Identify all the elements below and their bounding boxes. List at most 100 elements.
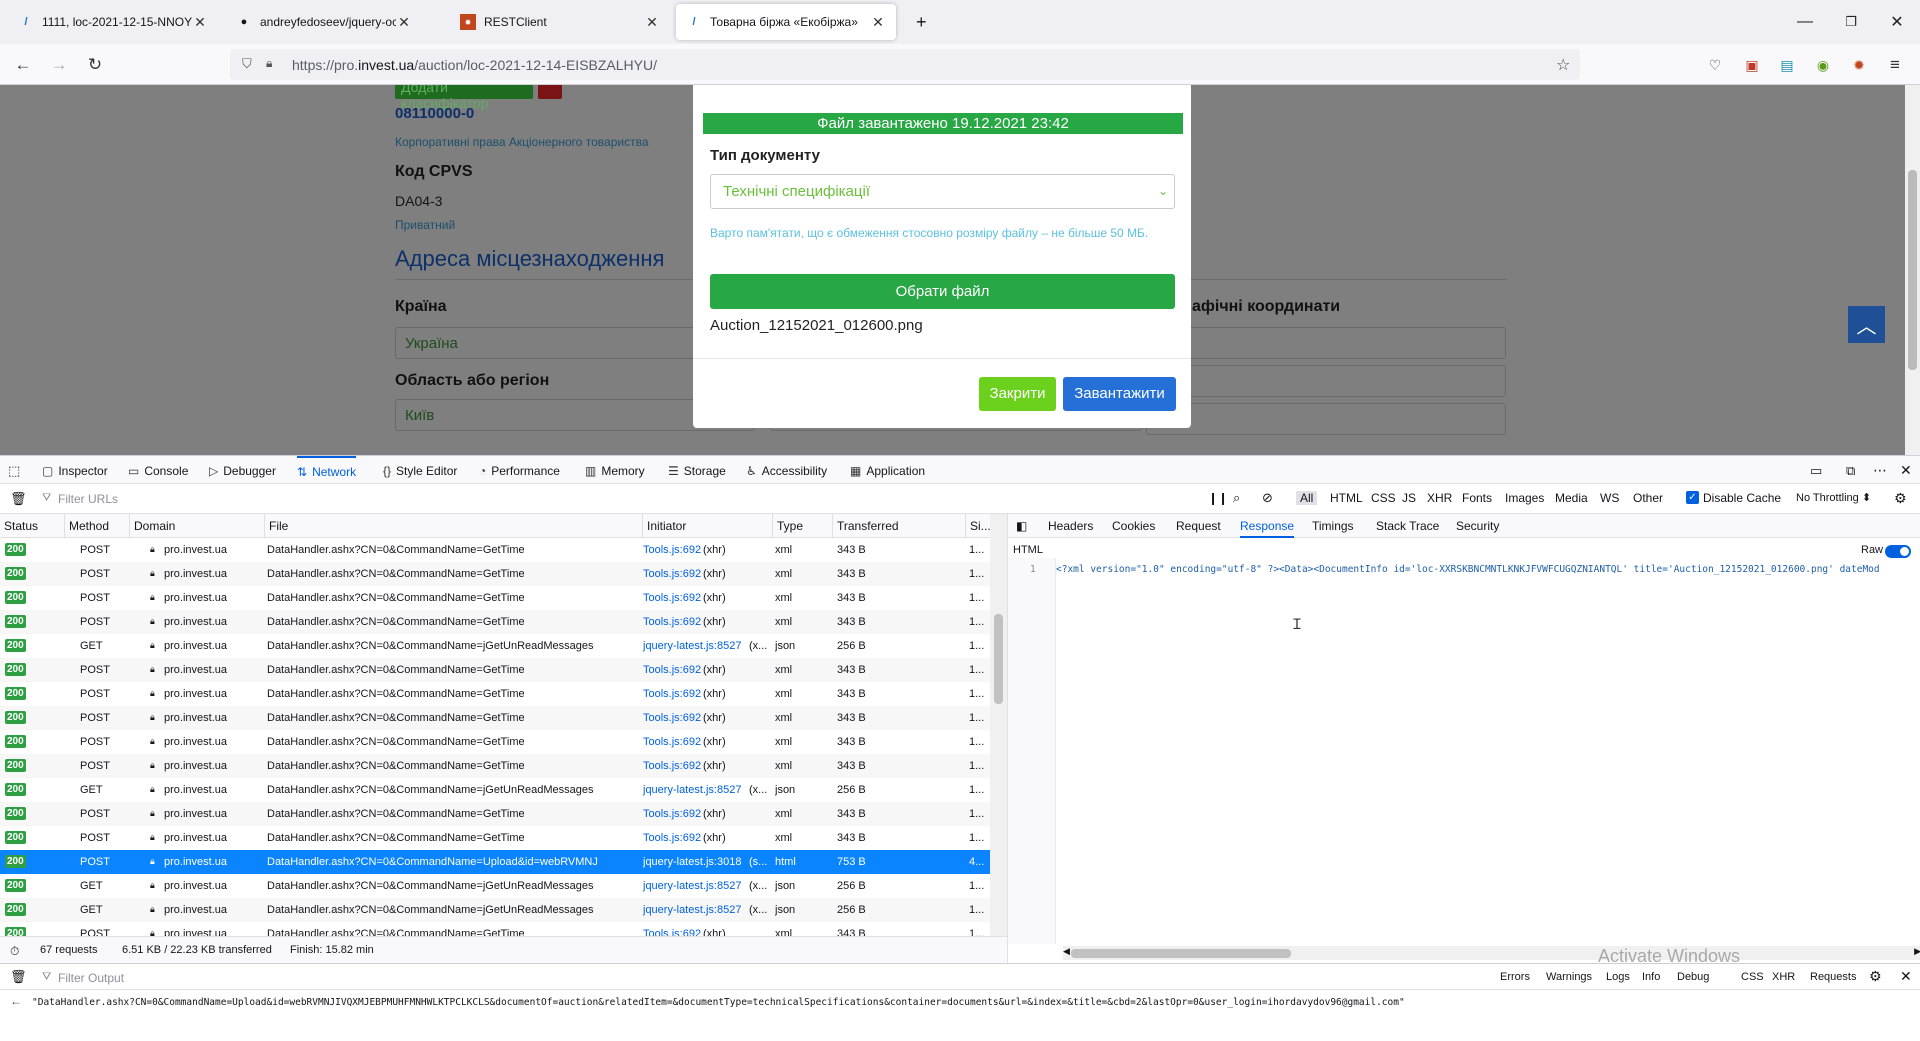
block-icon[interactable]: ⊘ — [1262, 490, 1273, 506]
table-row[interactable]: 200 POST pro.invest.ua 🔒︎ DataHandler.ashx?C… — [0, 730, 990, 754]
scroll-right-icon[interactable]: ▶ — [1914, 946, 1920, 957]
scroll-left-icon[interactable]: ◀ — [1063, 946, 1070, 957]
tab-request[interactable]: Request — [1176, 514, 1221, 538]
window-close-icon[interactable]: ✕ — [1874, 0, 1920, 44]
filter-xhr[interactable]: XHR — [1427, 491, 1452, 505]
pause-icon[interactable]: ❙❙ — [1208, 491, 1228, 505]
tab-accessibility[interactable]: ♿︎ Accessibility — [746, 456, 827, 485]
gear-icon[interactable]: ⚙ — [1869, 968, 1882, 985]
remove-icon[interactable]: ✕ — [538, 85, 562, 99]
table-row[interactable]: 200 POST pro.invest.ua 🔒︎ DataHandler.ashx?C… — [0, 610, 990, 634]
close-tab-icon[interactable]: ✕ — [644, 14, 660, 31]
dock-icon[interactable]: ▭ — [1810, 463, 1822, 479]
table-row[interactable]: 200 GET pro.invest.ua 🔒︎ DataHandler.ashx?CN… — [0, 634, 990, 658]
tab-network[interactable]: ⇅ Network — [297, 456, 357, 485]
scrollbar-thumb[interactable] — [994, 614, 1003, 704]
table-row[interactable]: 200 GET pro.invest.ua 🔒︎ DataHandler.ashx?CN… — [0, 898, 990, 922]
table-row[interactable]: 200 POST pro.invest.ua 🔒︎ DataHandler.ashx?C… — [0, 586, 990, 610]
close-tab-icon[interactable]: ✕ — [396, 14, 412, 31]
table-row[interactable]: 200 POST pro.invest.ua 🔒︎ DataHandler.ashx?C… — [0, 706, 990, 730]
filter-css[interactable]: CSS — [1371, 491, 1396, 505]
tab-style-editor[interactable]: {} Style Editor — [383, 456, 457, 485]
filter-xhr[interactable]: XHR — [1772, 971, 1795, 983]
close-tab-icon[interactable]: ✕ — [870, 14, 886, 31]
filter-warnings[interactable]: Warnings — [1546, 971, 1592, 983]
tab-debugger[interactable]: ▷ Debugger — [209, 456, 276, 485]
column-domain[interactable]: Domain — [130, 514, 265, 538]
close-devtools-icon[interactable]: ✕ — [1900, 462, 1912, 479]
column-type[interactable]: Type — [773, 514, 833, 538]
filter-output-input[interactable]: Filter Output — [58, 971, 124, 985]
table-row[interactable]: 200 POST pro.invest.ua 🔒︎ DataHandler.ashx?C… — [0, 850, 990, 874]
forward-icon[interactable]: → — [44, 50, 74, 80]
trash-icon[interactable]: 🗑︎ — [10, 969, 27, 985]
longitude-field[interactable]: рота — [1146, 365, 1506, 397]
column-file[interactable]: File — [265, 514, 643, 538]
extension-icon[interactable]: ◉ — [1808, 50, 1838, 80]
tab-console[interactable]: ▭ Console — [128, 456, 188, 485]
filter-ws[interactable]: WS — [1600, 491, 1619, 505]
filter-all[interactable]: All — [1296, 491, 1318, 505]
filter-css[interactable]: CSS — [1741, 971, 1764, 983]
browser-tab-2[interactable]: ● andreyfedoseev/jquery-ocuplo ✕ — [226, 4, 422, 40]
doc-type-select[interactable]: Технічні специфікації ⌄ — [710, 174, 1175, 209]
lock-icon[interactable]: 🔒︎ — [266, 56, 272, 71]
filter-info[interactable]: Info — [1642, 971, 1660, 983]
filter-debug[interactable]: Debug — [1677, 971, 1709, 983]
throttling-select[interactable]: No Throttling ⬍ — [1796, 491, 1871, 504]
filter-media[interactable]: Media — [1555, 491, 1588, 505]
close-button[interactable]: Закрити — [979, 377, 1056, 411]
table-row[interactable]: 200 POST pro.invest.ua 🔒︎ DataHandler.ashx?C… — [0, 562, 990, 586]
shield-icon[interactable]: ⛉ — [242, 56, 252, 72]
restclient-icon[interactable]: ✹ — [1844, 50, 1874, 80]
table-row[interactable]: 200 POST pro.invest.ua 🔒︎ DataHandler.ashx?C… — [0, 826, 990, 850]
table-row[interactable]: 200 POST pro.invest.ua 🔒︎ DataHandler.ashx?C… — [0, 802, 990, 826]
table-row[interactable]: 200 POST pro.invest.ua 🔒︎ DataHandler.ashx?C… — [0, 538, 990, 562]
column-transferred[interactable]: Transferred — [833, 514, 966, 538]
scroll-top-button[interactable]: ︿ — [1848, 306, 1885, 343]
filter-urls-input[interactable]: Filter URLs — [58, 492, 118, 506]
more-options-icon[interactable]: ⋯ — [1873, 462, 1887, 479]
table-row[interactable]: 200 POST pro.invest.ua 🔒︎ DataHandler.ashx?C… — [0, 682, 990, 706]
save-icon[interactable]: ▤ — [1772, 50, 1802, 80]
reload-icon[interactable]: ↻ — [80, 50, 110, 80]
scrollbar-thumb[interactable] — [1908, 170, 1917, 370]
split-console-icon[interactable]: ⧉ — [1846, 463, 1855, 479]
bookmark-star-icon[interactable]: ☆ — [1556, 55, 1570, 75]
tab-stack-trace[interactable]: Stack Trace — [1376, 514, 1439, 538]
restore-icon[interactable]: ❐ — [1828, 0, 1874, 44]
tab-storage[interactable]: ☰ Storage — [668, 456, 726, 485]
column-method[interactable]: Method — [65, 514, 130, 538]
filter-fonts[interactable]: Fonts — [1462, 491, 1492, 505]
disable-cache-checkbox[interactable]: ✓ — [1686, 491, 1699, 504]
page-scrollbar[interactable] — [1905, 85, 1920, 455]
url-bar[interactable]: ⛉ 🔒︎ https://pro.invest.ua/auction/loc-2… — [230, 49, 1580, 80]
trash-icon[interactable]: 🗑︎ — [10, 491, 27, 507]
tab-response[interactable]: Response — [1240, 514, 1295, 538]
pocket-icon[interactable]: ♡ — [1700, 50, 1730, 80]
tab-performance[interactable]: ◔ Performance — [479, 456, 560, 485]
filter-images[interactable]: Images — [1505, 491, 1544, 505]
altitude-field[interactable]: та — [1146, 403, 1506, 435]
extension-icon[interactable]: ▣ — [1737, 50, 1767, 80]
browser-tab-4[interactable]: / Товарна біржа «Екобіржа» ✕ — [676, 4, 896, 40]
url-text[interactable]: https://pro.invest.ua/auction/loc-2021-1… — [292, 57, 657, 73]
tab-security[interactable]: Security — [1456, 514, 1499, 538]
toggle-sidebar-icon[interactable]: ◧ — [1016, 519, 1027, 533]
latitude-field[interactable]: рота — [1146, 327, 1506, 359]
console-output-line[interactable]: "DataHandler.ashx?CN=0&CommandName=Uploa… — [32, 997, 1405, 1008]
element-picker-icon[interactable]: ⬚ — [8, 463, 20, 479]
close-tab-icon[interactable]: ✕ — [192, 14, 208, 31]
filter-js[interactable]: JS — [1402, 491, 1416, 505]
table-row[interactable]: 200 GET pro.invest.ua 🔒︎ DataHandler.ashx?CN… — [0, 778, 990, 802]
add-classifier-button[interactable]: Додати класифікатор — [395, 85, 533, 111]
table-row[interactable]: 200 POST pro.invest.ua 🔒︎ DataHandler.ashx?C… — [0, 922, 990, 936]
column-initiator[interactable]: Initiator — [643, 514, 773, 538]
tab-headers[interactable]: Headers — [1048, 514, 1093, 538]
tab-cookies[interactable]: Cookies — [1112, 514, 1155, 538]
search-icon[interactable]: ⌕ — [1233, 490, 1240, 506]
close-icon[interactable]: ✕ — [1900, 968, 1912, 985]
filter-requests[interactable]: Requests — [1810, 971, 1856, 983]
scrollbar-thumb[interactable] — [1071, 949, 1291, 958]
browser-tab-3[interactable]: ✹ RESTClient ✕ — [450, 4, 670, 40]
